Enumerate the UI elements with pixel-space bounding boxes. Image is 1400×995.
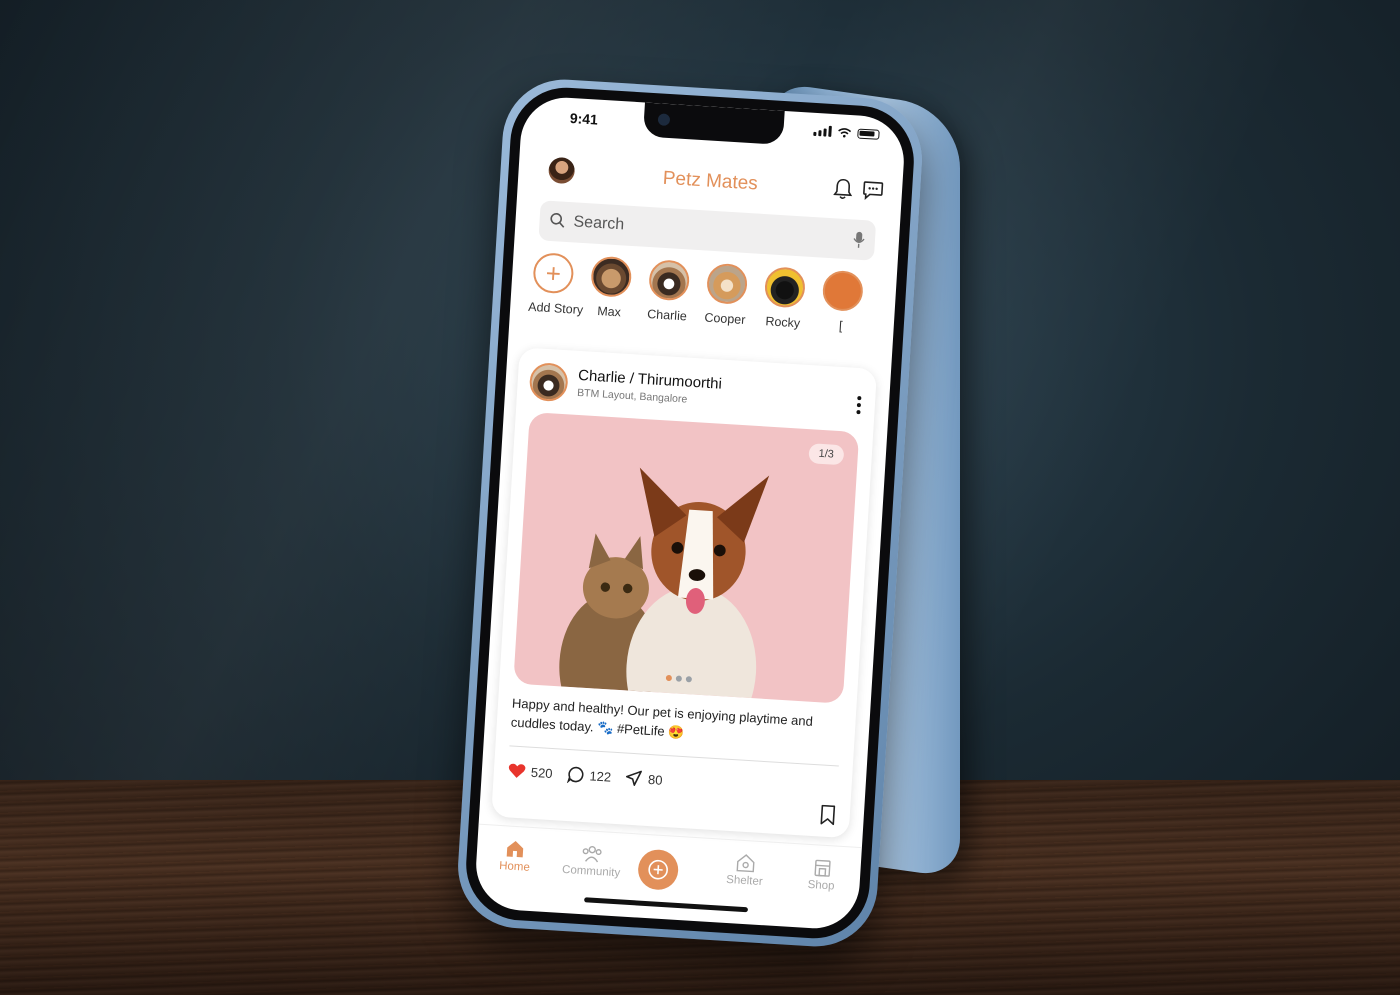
community-icon (582, 845, 602, 863)
comment-count: 122 (589, 767, 612, 785)
post-author-avatar[interactable] (528, 362, 569, 403)
search-icon (550, 212, 565, 228)
mic-icon[interactable] (852, 230, 865, 249)
nav-label: Home (498, 860, 531, 874)
story-avatar[interactable] (821, 269, 865, 313)
status-time: 9:41 (569, 109, 599, 128)
share-count: 80 (647, 771, 663, 788)
story-cooper[interactable]: Cooper (700, 262, 751, 345)
story-label: Add Story (527, 299, 584, 318)
heart-icon (508, 763, 526, 778)
notch (642, 102, 785, 145)
bell-icon[interactable] (831, 176, 854, 201)
post-card: Charlie / Thirumoorthi BTM Layout, Banga… (491, 347, 878, 839)
comment-icon (566, 766, 584, 784)
post-location: BTM Layout, Bangalore (576, 386, 688, 406)
like-button[interactable]: 520 (507, 762, 553, 781)
nav-home[interactable]: Home (484, 835, 546, 875)
story-label: Max (596, 303, 622, 320)
story-max[interactable]: Max (585, 255, 636, 338)
story-label: [ (838, 318, 843, 333)
front-camera (657, 113, 671, 127)
story-add[interactable]: + Add Story (527, 252, 584, 335)
chat-icon[interactable] (861, 178, 884, 201)
story-avatar[interactable] (590, 255, 633, 298)
story-avatar[interactable] (705, 262, 749, 306)
comment-button[interactable]: 122 (566, 765, 612, 786)
share-button[interactable]: 80 (625, 769, 663, 789)
plus-icon[interactable]: + (532, 252, 575, 295)
more-options-icon[interactable] (856, 396, 862, 415)
story-charlie[interactable]: Charlie (643, 259, 694, 342)
plus-circle-icon (648, 859, 668, 880)
wifi-icon (838, 127, 852, 138)
carousel-dot[interactable] (665, 674, 673, 682)
send-icon (626, 770, 643, 786)
battery-icon (857, 128, 880, 140)
story-rocky[interactable]: Rocky (758, 266, 809, 349)
nav-label: Community (561, 863, 621, 880)
nav-community[interactable]: Community (561, 840, 623, 880)
story-label: Cooper (704, 310, 746, 328)
phone-device: 9:41 Petz Mates Search + Add Story Max C… (454, 75, 926, 951)
stories-row: + Add Story Max Charlie Cooper Rocky [ (527, 252, 897, 354)
post-image[interactable]: 1/3 (513, 412, 860, 704)
nav-add[interactable] (636, 845, 700, 893)
bookmark-icon[interactable] (819, 804, 836, 826)
search-bar[interactable]: Search (538, 200, 877, 261)
search-input[interactable]: Search (573, 213, 625, 234)
story-partial[interactable]: [ (816, 269, 867, 353)
story-avatar[interactable] (647, 259, 691, 302)
nav-shelter[interactable]: Shelter (714, 849, 776, 889)
nav-label: Shelter (725, 873, 763, 889)
add-post-button[interactable] (636, 848, 680, 891)
status-icons (813, 125, 880, 140)
nav-shop[interactable]: Shop (791, 854, 853, 894)
home-icon (507, 840, 524, 858)
pet-photo (559, 467, 770, 704)
carousel-dot[interactable] (685, 676, 693, 683)
shop-icon (814, 859, 831, 877)
post-caption: Happy and healthy! Our pet is enjoying p… (510, 695, 814, 741)
signal-icon (813, 125, 832, 137)
carousel-dot[interactable] (675, 675, 683, 682)
nav-label: Shop (807, 878, 835, 893)
story-label: Charlie (646, 307, 688, 324)
story-avatar[interactable] (763, 266, 807, 309)
shelter-icon (736, 854, 755, 873)
page-indicator: 1/3 (807, 443, 845, 466)
like-count: 520 (530, 764, 554, 781)
phone-screen: 9:41 Petz Mates Search + Add Story Max C… (473, 95, 907, 931)
story-label: Rocky (765, 314, 801, 331)
